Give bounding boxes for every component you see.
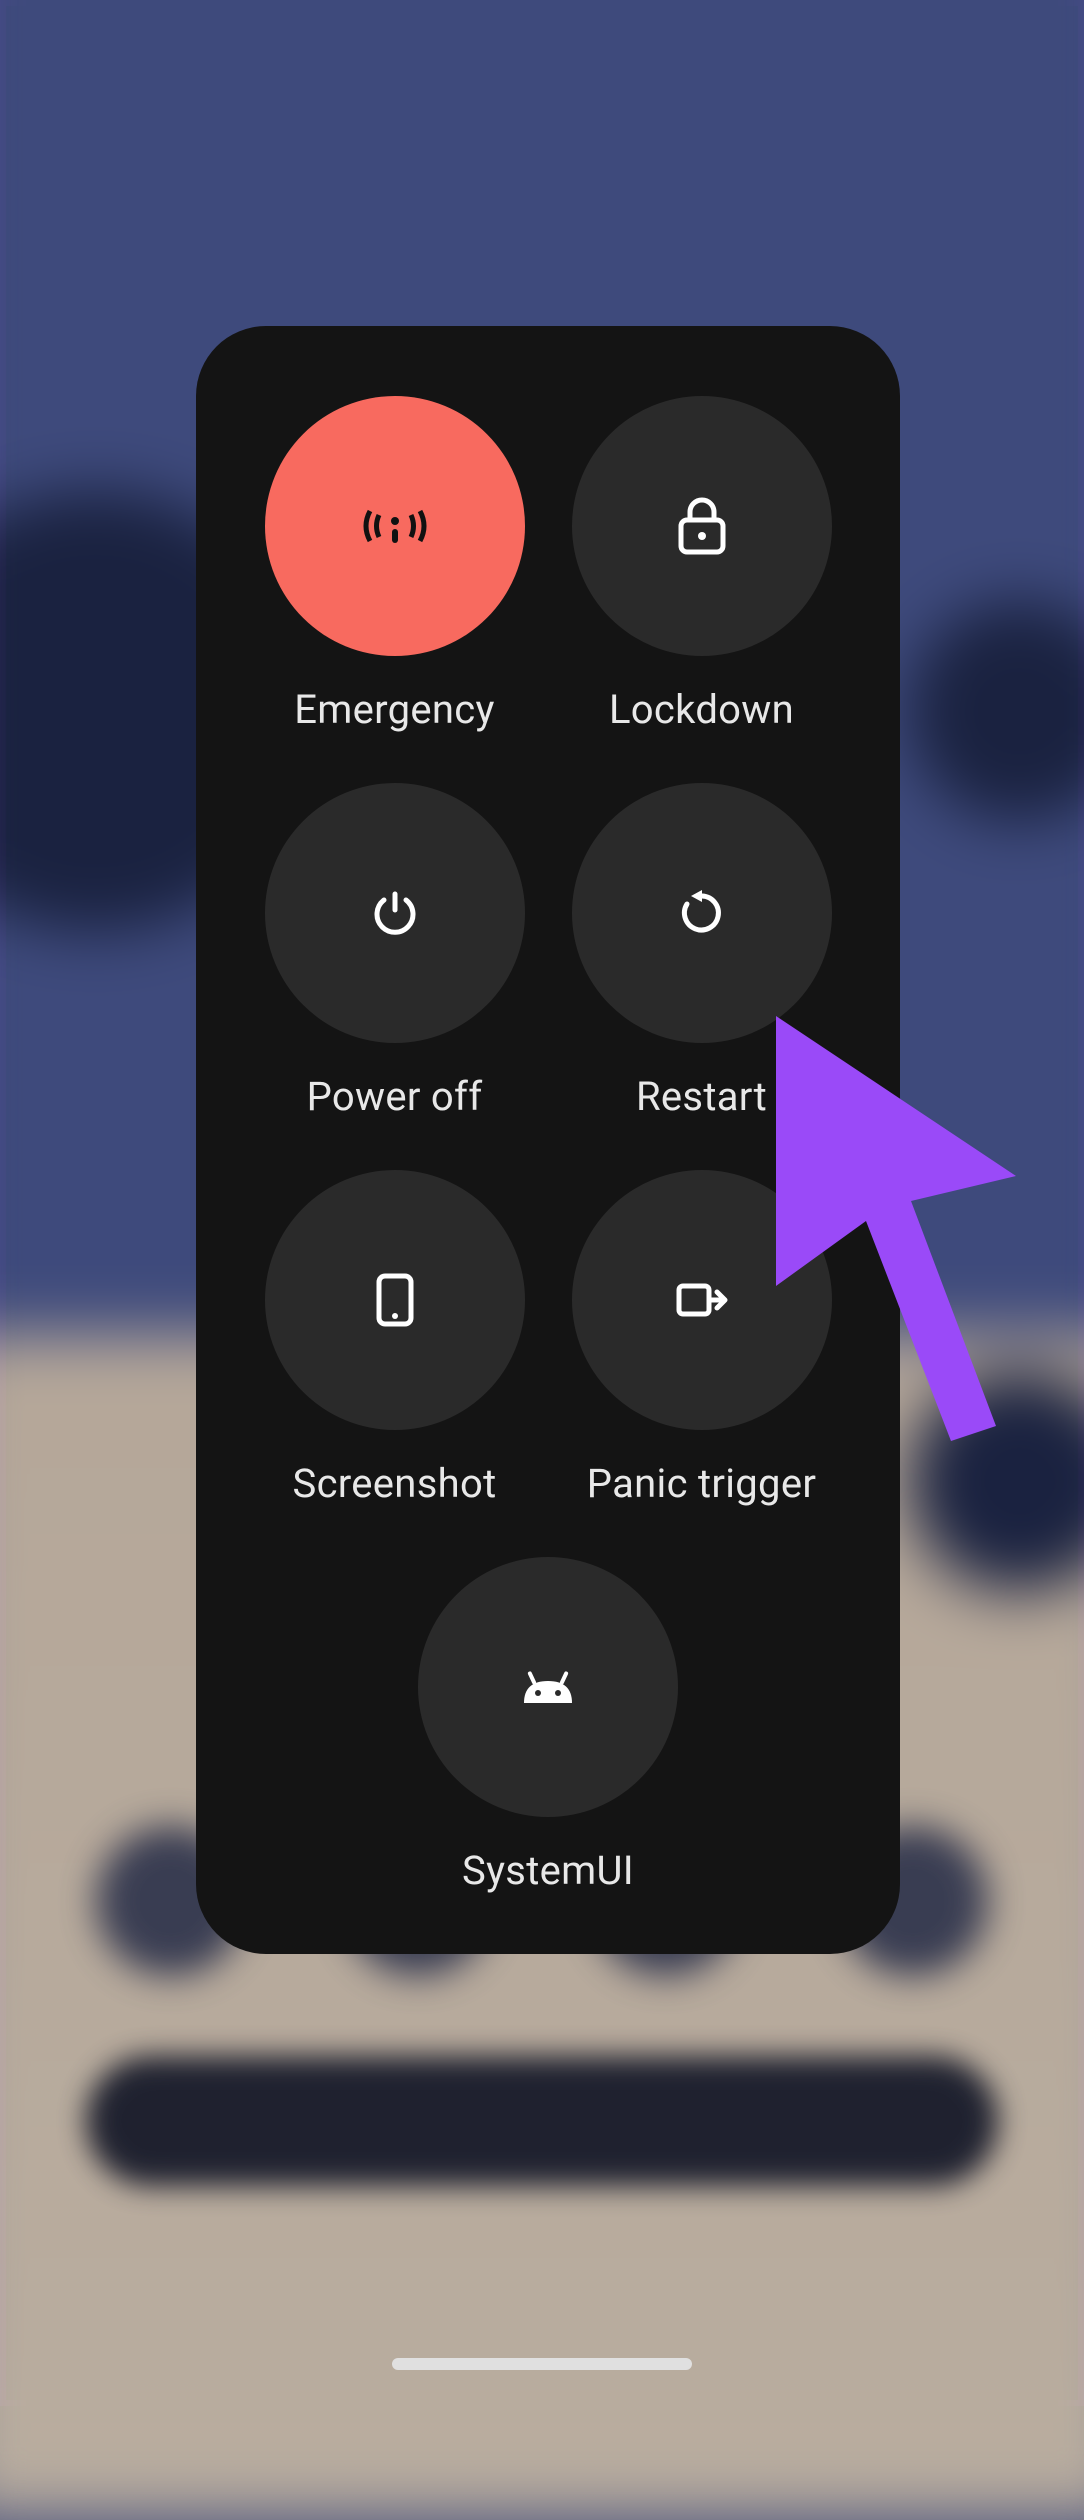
systemui-label: SystemUI — [462, 1847, 634, 1894]
power-icon — [370, 888, 420, 938]
emergency-label: Emergency — [294, 686, 495, 733]
panic-trigger-circle — [572, 1170, 832, 1430]
screenshot-circle — [265, 1170, 525, 1430]
power-off-button[interactable]: Power off — [246, 783, 543, 1120]
emergency-circle — [265, 396, 525, 656]
restart-icon — [677, 888, 727, 938]
power-off-label: Power off — [307, 1073, 483, 1120]
restart-button[interactable]: Restart — [553, 783, 850, 1120]
lock-icon — [675, 496, 729, 556]
lockdown-circle — [572, 396, 832, 656]
restart-label: Restart — [636, 1073, 767, 1120]
screenshot-icon — [375, 1272, 415, 1328]
power-menu-panel: Emergency Lockdown — [196, 326, 900, 1954]
screenshot-button[interactable]: Screenshot — [246, 1170, 543, 1507]
systemui-circle — [418, 1557, 678, 1817]
lockdown-label: Lockdown — [609, 686, 794, 733]
emergency-icon — [360, 491, 430, 561]
emergency-button[interactable]: Emergency — [246, 396, 543, 733]
restart-circle — [572, 783, 832, 1043]
power-off-circle — [265, 783, 525, 1043]
systemui-button[interactable]: SystemUI — [246, 1557, 850, 1894]
screenshot-label: Screenshot — [293, 1460, 497, 1507]
panic-icon — [675, 1276, 729, 1324]
gesture-nav-bar[interactable] — [392, 2358, 692, 2370]
panic-trigger-label: Panic trigger — [587, 1460, 816, 1507]
panic-trigger-button[interactable]: Panic trigger — [553, 1170, 850, 1507]
lockdown-button[interactable]: Lockdown — [553, 396, 850, 733]
search-bar-blurred — [86, 2056, 998, 2186]
android-icon — [520, 1669, 576, 1705]
